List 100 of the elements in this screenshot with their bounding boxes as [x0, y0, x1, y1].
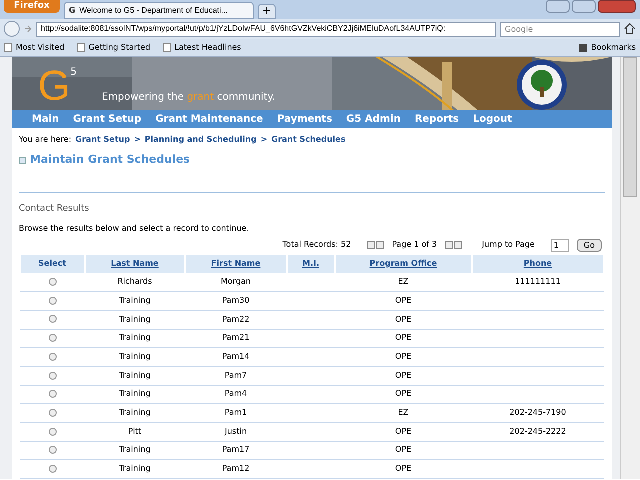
table-cell: Pam21: [222, 333, 250, 342]
browser-tab[interactable]: G Welcome to G5 - Department of Educati...: [64, 2, 254, 19]
table-cell: Training: [119, 389, 151, 398]
breadcrumb-link[interactable]: Grant Setup: [76, 134, 130, 146]
table-cell: Pam7: [224, 370, 248, 380]
breadcrumb-link[interactable]: Grant Schedules: [272, 134, 346, 146]
bookmark-icon: [162, 43, 171, 52]
scrollbar[interactable]: [620, 57, 640, 479]
logo: G: [38, 65, 71, 107]
table-cell: Morgan: [221, 277, 251, 286]
table-cell: Training: [119, 333, 151, 342]
table-cell: Training: [119, 370, 151, 380]
page-icon: [19, 156, 26, 164]
breadcrumb-separator: >: [134, 134, 141, 146]
radio-button[interactable]: [48, 446, 56, 454]
last-page-button[interactable]: [454, 241, 462, 250]
seal-icon: [516, 59, 568, 110]
bookmark-icon: [76, 43, 85, 52]
search-field[interactable]: Google: [500, 22, 620, 36]
table-cell: OPE: [395, 314, 412, 324]
bookmark-link[interactable]: Getting Started: [88, 42, 151, 54]
nav-link[interactable]: Main: [32, 112, 60, 127]
table-cell: EZ: [398, 277, 409, 286]
radio-button[interactable]: [48, 372, 56, 380]
table-cell: Training: [119, 445, 151, 454]
nav-link[interactable]: Grant Setup: [73, 112, 142, 127]
table-cell: Training: [119, 408, 151, 418]
radio-button[interactable]: [48, 278, 56, 286]
table-cell: Pam14: [222, 352, 250, 362]
radio-button[interactable]: [48, 390, 56, 398]
tagline: Empowering the grant community.: [102, 91, 276, 105]
nav-link[interactable]: G5 Admin: [346, 112, 401, 127]
bookmark-link[interactable]: Latest Headlines: [174, 42, 242, 54]
table-cell: OPE: [395, 333, 412, 342]
minimize-button[interactable]: [546, 0, 570, 13]
radio-button[interactable]: [48, 428, 56, 436]
bookmark-link[interactable]: Most Visited: [16, 42, 65, 54]
table-cell: Pam1: [224, 408, 248, 418]
table-cell: 111111111: [515, 277, 561, 286]
table-cell: Pitt: [128, 426, 142, 436]
column-sort-link[interactable]: M.I.: [302, 258, 320, 268]
radio-button[interactable]: [48, 408, 56, 417]
address-bar[interactable]: http://sodalite:8081/ssoINT/wps/myportal/!ut/p/b1/jYzLDoIwFAU_6V6htGVZkVekiCBY2Jj6iMEIuDAofL34AUTP7iQ:: [36, 22, 496, 36]
table-cell: EZ: [398, 408, 409, 418]
table-cell: Justin: [224, 426, 248, 436]
total-records: Total Records: 52: [282, 239, 352, 252]
table-cell: OPE: [395, 296, 412, 305]
table-cell: Pam22: [222, 314, 250, 324]
breadcrumb-label: You are here:: [19, 134, 72, 146]
logo-superscript: 5: [70, 66, 78, 80]
new-tab-button[interactable]: +: [258, 4, 276, 19]
radio-button[interactable]: [48, 464, 56, 473]
radio-button[interactable]: [48, 334, 56, 342]
table-cell: Pam30: [222, 296, 250, 305]
radio-button[interactable]: [48, 296, 56, 305]
previous-page-button[interactable]: [376, 241, 384, 250]
table-cell: Training: [119, 352, 151, 362]
close-button[interactable]: [598, 0, 636, 13]
table-cell: OPE: [395, 464, 412, 474]
bookmark-icon: [4, 43, 12, 52]
column-sort-link[interactable]: Phone: [524, 258, 552, 268]
first-page-button[interactable]: [367, 241, 376, 250]
nav-link[interactable]: Reports: [414, 112, 460, 127]
back-button[interactable]: [4, 21, 20, 37]
page-indicator: Page 1 of 3: [392, 239, 438, 252]
section-title: Contact Results: [19, 203, 90, 216]
table-cell: OPE: [395, 370, 412, 380]
column-header: Select: [38, 258, 66, 268]
next-page-button[interactable]: [445, 241, 454, 250]
radio-button[interactable]: [48, 315, 56, 324]
breadcrumb-link[interactable]: Planning and Scheduling: [144, 134, 257, 146]
site-icon: G: [69, 4, 76, 16]
page-title: Maintain Grant Schedules: [30, 152, 190, 168]
table-cell: Pam12: [222, 464, 250, 474]
table-cell: Training: [119, 296, 151, 305]
bookmarks-icon: [579, 44, 588, 52]
page-number-field[interactable]: 1: [550, 238, 569, 252]
table-cell: OPE: [395, 445, 412, 454]
bookmarks-menu[interactable]: Bookmarks: [591, 42, 636, 54]
home-icon[interactable]: [624, 23, 636, 35]
table-cell: OPE: [395, 426, 412, 436]
table-cell: 202-245-2222: [510, 426, 566, 436]
table-cell: Richards: [118, 277, 152, 286]
maximize-button[interactable]: [572, 0, 596, 13]
nav-link[interactable]: Payments: [277, 112, 332, 127]
table-cell: 202-245-7190: [510, 408, 566, 418]
table-cell: Training: [119, 314, 151, 324]
radio-button[interactable]: [48, 352, 56, 361]
instructions: Browse the results below and select a record to continue.: [19, 222, 250, 235]
table-cell: Pam4: [224, 389, 248, 398]
table-cell: OPE: [395, 389, 412, 398]
table-cell: OPE: [395, 352, 412, 362]
nav-link[interactable]: Grant Maintenance: [156, 112, 264, 127]
forward-icon[interactable]: [24, 25, 32, 33]
breadcrumb-separator: >: [260, 134, 268, 146]
go-button[interactable]: Go: [576, 238, 602, 252]
table-cell: Training: [119, 464, 151, 474]
jump-label: Jump to Page: [482, 239, 535, 252]
tab-title: Welcome to G5 - Department of Educati...: [80, 4, 228, 16]
nav-link[interactable]: Logout: [473, 112, 512, 127]
